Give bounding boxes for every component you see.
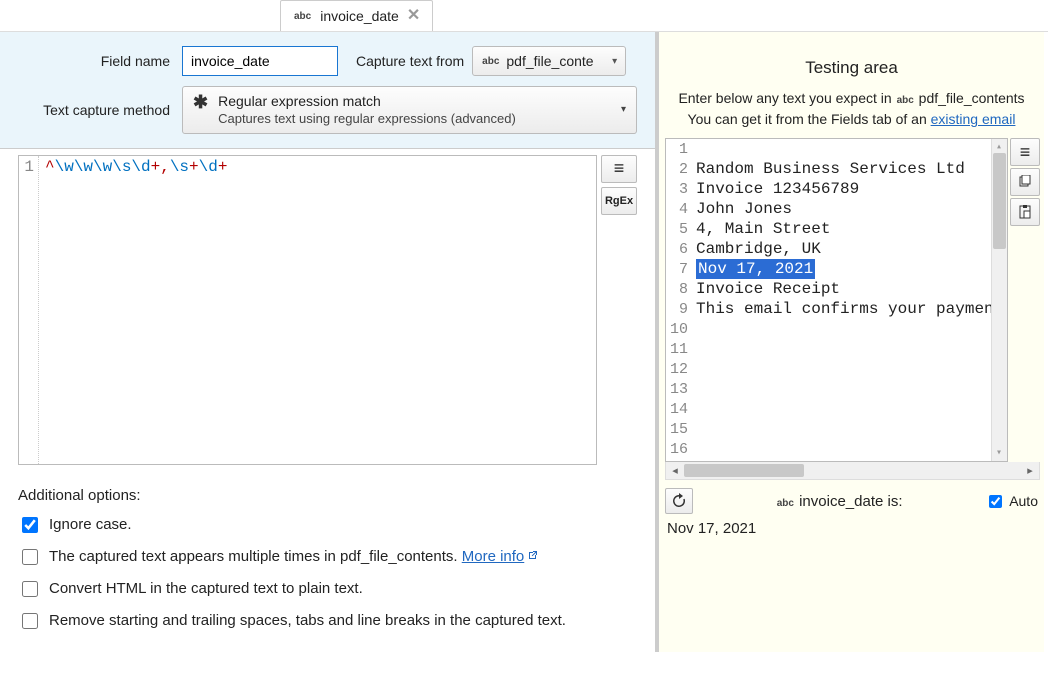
abc-icon: abc <box>481 56 500 67</box>
config-panel: Field name Capture text from abc pdf_fil… <box>0 32 655 149</box>
regex-match-highlight: Nov 17, 2021 <box>696 259 815 279</box>
chevron-down-icon: ▾ <box>621 104 626 115</box>
paste-icon <box>1018 205 1032 219</box>
tab-bar: abc invoice_date ✕ <box>0 0 1048 32</box>
multiple-times-checkbox[interactable] <box>22 549 38 565</box>
options-heading: Additional options: <box>18 487 637 504</box>
horizontal-scrollbar[interactable]: ◂ ▸ <box>665 462 1040 480</box>
scrollbar-thumb[interactable] <box>684 464 804 477</box>
result-value: Nov 17, 2021 <box>667 520 1036 537</box>
trim-whitespace-label: Remove starting and trailing spaces, tab… <box>49 612 566 629</box>
options-panel: Additional options: Ignore case. The cap… <box>0 469 655 652</box>
more-info-link[interactable]: More info <box>462 548 539 565</box>
field-name-input[interactable] <box>182 46 338 76</box>
trim-whitespace-checkbox[interactable] <box>22 613 38 629</box>
tab-label: invoice_date <box>320 8 399 24</box>
regex-code: ^\w\w\w\s\d+,\s+\d+ <box>39 156 233 464</box>
test-gutter: 12345678910111213141516 <box>666 139 692 461</box>
result-label: abc invoice_date is: <box>701 493 977 510</box>
regex-editor[interactable]: 1 ^\w\w\w\s\d+,\s+\d+ <box>18 155 597 465</box>
abc-icon: abc <box>776 498 795 509</box>
method-label: Text capture method <box>18 102 170 118</box>
external-link-icon <box>526 550 538 562</box>
method-title: Regular expression match <box>218 93 611 111</box>
testing-heading: Testing area <box>659 58 1044 78</box>
capture-from-label: Capture text from <box>356 53 464 69</box>
copy-button[interactable] <box>1010 168 1040 196</box>
method-sub: Captures text using regular expressions … <box>218 111 611 127</box>
testing-hint: Enter below any text you expect in abc p… <box>669 88 1034 130</box>
testing-panel: Testing area Enter below any text you ex… <box>659 32 1044 652</box>
auto-checkbox[interactable] <box>989 495 1002 508</box>
close-icon[interactable]: ✕ <box>407 8 420 24</box>
capture-from-select[interactable]: abc pdf_file_conte ▾ <box>472 46 626 76</box>
vertical-scrollbar[interactable]: ▴ ▾ <box>991 139 1007 461</box>
editor-menu-button[interactable]: ≡ <box>601 155 637 183</box>
asterisk-icon: ✱ <box>193 93 208 113</box>
refresh-button[interactable] <box>665 488 693 514</box>
field-name-label: Field name <box>18 53 170 69</box>
auto-checkbox-label[interactable]: Auto <box>985 492 1038 511</box>
left-panel: Field name Capture text from abc pdf_fil… <box>0 32 659 652</box>
multiple-times-label: The captured text appears multiple times… <box>49 548 538 565</box>
convert-html-label: Convert HTML in the captured text to pla… <box>49 580 363 597</box>
paste-button[interactable] <box>1010 198 1040 226</box>
test-text-editor[interactable]: 12345678910111213141516 Random Business … <box>665 138 1008 462</box>
test-menu-button[interactable]: ≡ <box>1010 138 1040 166</box>
capture-method-select[interactable]: ✱ Regular expression match Captures text… <box>182 86 637 134</box>
ignore-case-label: Ignore case. <box>49 516 132 533</box>
test-body: Random Business Services LtdInvoice 1234… <box>692 139 1008 461</box>
scrollbar-thumb[interactable] <box>993 153 1006 249</box>
refresh-icon <box>671 493 687 509</box>
gutter: 1 <box>19 156 39 464</box>
copy-icon <box>1018 175 1032 189</box>
regex-helper-button[interactable]: RgEx <box>601 187 637 215</box>
capture-from-value: pdf_file_conte <box>506 53 593 69</box>
abc-icon: abc <box>293 11 312 22</box>
ignore-case-checkbox[interactable] <box>22 517 38 533</box>
tab-invoice-date[interactable]: abc invoice_date ✕ <box>280 0 433 31</box>
existing-email-link[interactable]: existing email <box>931 111 1016 127</box>
abc-icon: abc <box>896 95 915 106</box>
convert-html-checkbox[interactable] <box>22 581 38 597</box>
chevron-down-icon: ▾ <box>612 56 617 67</box>
